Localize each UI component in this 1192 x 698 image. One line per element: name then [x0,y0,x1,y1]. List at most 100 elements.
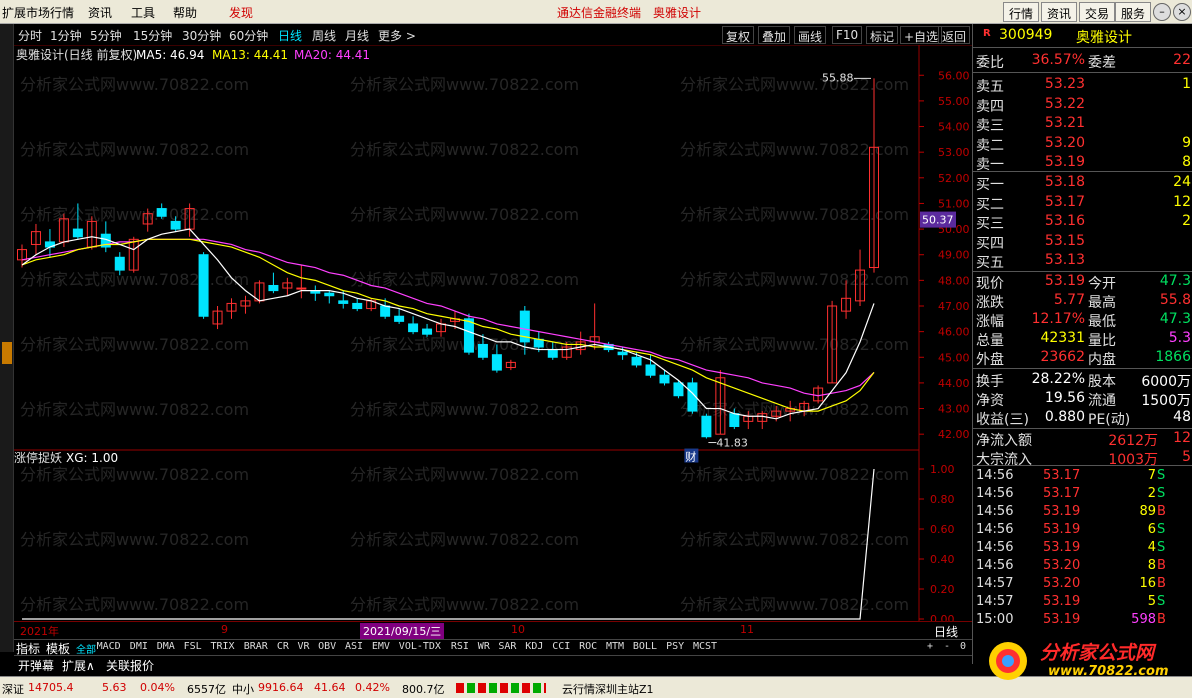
row-label2: 今开 [1088,276,1116,292]
row-value2: 55.8 [1159,292,1191,308]
menu-news[interactable]: 资讯 [88,4,112,21]
ask-row[interactable]: 卖二 53.20 9 [973,135,1192,154]
kline-chart[interactable]: 分析家公式网www.70822.com 分析家公式网www.70822.com 分析… [0,45,972,621]
zoom-out-button[interactable]: - [944,641,950,652]
bid-row[interactable]: 买三 53.16 2 [973,213,1192,232]
indicator-brar[interactable]: BRAR [244,641,268,652]
draw-line-button[interactable]: 画线 [794,26,827,44]
watermark-text: 分析家公式网www.70822.com [350,75,579,94]
candle-down [380,305,391,317]
indicator-fsl[interactable]: FSL [184,641,202,652]
indicator-obv[interactable]: OBV [318,641,336,652]
flow-value: 2612万 [1108,433,1158,449]
tick-row: 14:57 53.19 5 S [973,594,1192,612]
indicator-dmi[interactable]: DMI [130,641,148,652]
ask-price: 53.23 [1044,76,1085,92]
row-value: 0.880 [1044,409,1085,425]
overlay-button[interactable]: 叠加 [758,26,791,44]
row-label: 委比 [976,55,1004,71]
quote-row: 涨幅 12.17% 最低 47.3 [973,311,1192,330]
indicator-wr[interactable]: WR [478,641,490,652]
watermark-text: 分析家公式网www.70822.com [20,140,249,159]
ma5-line [21,228,875,420]
indicator-asi[interactable]: ASI [345,641,363,652]
index1-change: 5.63 [102,681,127,694]
mark-button[interactable]: 标记 [866,26,899,44]
candle-down [701,415,712,438]
f10-button[interactable]: F10 [832,26,863,44]
indicator-trix[interactable]: TRIX [211,641,235,652]
tab-danmaku[interactable]: 开弹幕 [18,657,54,674]
minimize-icon[interactable]: – [1153,3,1171,21]
ask-row[interactable]: 卖三 53.21 [973,115,1192,134]
indicator-psy[interactable]: PSY [666,641,684,652]
tab-extend[interactable]: 扩展∧ [62,657,95,674]
period-30min[interactable]: 30分钟 [182,27,221,44]
indicator-cci[interactable]: CCI [552,641,570,652]
y-tick-label: 49.00 [938,249,970,262]
period-weekly[interactable]: 周线 [312,27,336,44]
ask-row[interactable]: 卖四 53.22 [973,96,1192,115]
market-button[interactable]: 行情 [1003,2,1040,22]
y-tick-label: 45.00 [938,351,970,364]
indicator-mcst[interactable]: MCST [693,641,717,652]
period-1min[interactable]: 1分钟 [50,27,82,44]
candle-down [547,349,558,358]
bid-row[interactable]: 买五 53.13 [973,252,1192,271]
indicator-rsi[interactable]: RSI [451,641,469,652]
y-tick-label: 54.00 [938,121,970,134]
indicator-vr[interactable]: VR [298,641,310,652]
candle-down [422,328,433,335]
period-daily[interactable]: 日线 [278,27,302,44]
period-5min[interactable]: 5分钟 [90,27,122,44]
zoom-reset-button[interactable]: 0 [960,641,966,652]
bid-row[interactable]: 买一 53.18 24 [973,174,1192,193]
tick-row: 14:56 53.20 8 B [973,558,1192,576]
bid-row[interactable]: 买四 53.15 [973,233,1192,252]
date-label-11: 11 [740,623,754,636]
watermark-text: 分析家公式网www.70822.com [350,270,579,289]
menu-discover[interactable]: 发现 [229,4,253,21]
indicator-vol-tdx[interactable]: VOL-TDX [399,641,441,652]
bid-label: 买三 [976,216,1004,233]
indicator-roc[interactable]: ROC [579,641,597,652]
indicator-全部[interactable]: 全部 [76,641,96,656]
indicator-macd[interactable]: MACD [97,641,121,652]
period-monthly[interactable]: 月线 [345,27,369,44]
tab-related-quotes[interactable]: 关联报价 [106,657,154,674]
tick-price: 53.17 [1043,486,1081,501]
period-60min[interactable]: 60分钟 [229,27,268,44]
bid-row[interactable]: 买二 53.17 12 [973,194,1192,213]
indicator-mtm[interactable]: MTM [606,641,624,652]
back-button[interactable]: 返回 [938,26,971,44]
period-intraday[interactable]: 分时 [18,27,42,44]
index1-value: 14705.4 [28,681,74,694]
news-button[interactable]: 资讯 [1041,2,1078,22]
menu-tools[interactable]: 工具 [131,4,155,21]
indicator-boll[interactable]: BOLL [633,641,657,652]
row-value: 23662 [1040,349,1085,365]
period-15min[interactable]: 15分钟 [133,27,172,44]
indicator-kdj[interactable]: KDJ [525,641,543,652]
adjust-button[interactable]: 复权 [722,26,755,44]
service-button[interactable]: 服务 [1115,2,1152,22]
menu-extended-market[interactable]: 扩展市场行情 [2,4,74,21]
row-label: 外盘 [976,352,1004,368]
zoom-in-button[interactable]: + [927,641,933,652]
close-icon[interactable]: × [1173,3,1191,21]
bid-price: 53.17 [1044,193,1085,210]
ask-row[interactable]: 卖五 53.23 1 [973,76,1192,95]
menu-help[interactable]: 帮助 [173,4,197,21]
panel-divider [973,465,1192,466]
add-watchlist-button[interactable]: +自选 [900,26,943,44]
indicator-cr[interactable]: CR [277,641,289,652]
indicator-sar[interactable]: SAR [498,641,516,652]
tick-flag: B [1157,576,1166,591]
quote-row: 现价 53.19 今开 47.3 [973,273,1192,292]
trade-button[interactable]: 交易 [1079,2,1116,22]
period-more[interactable]: 更多 > [378,27,416,44]
quote-row: 净资 19.56 流通 1500万 [973,390,1192,409]
indicator-emv[interactable]: EMV [372,641,390,652]
indicator-dma[interactable]: DMA [157,641,175,652]
row-label: 换手 [976,374,1004,390]
